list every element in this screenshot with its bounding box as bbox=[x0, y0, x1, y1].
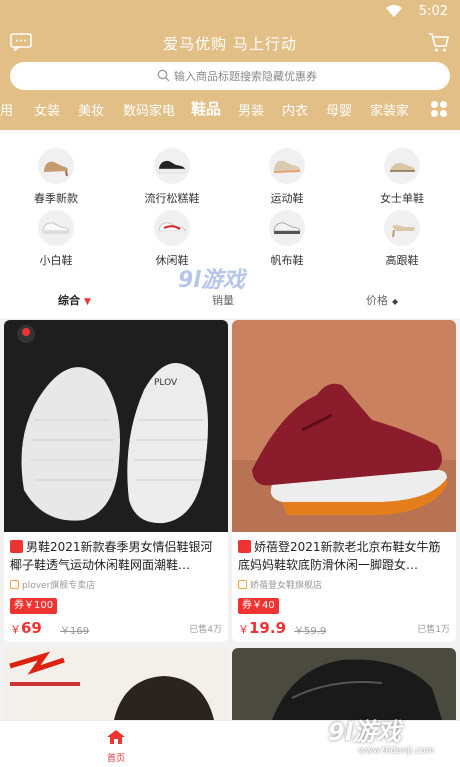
tab-category-shoes[interactable]: 鞋品 bbox=[191, 98, 221, 119]
status-bar: 5:02 bbox=[0, 0, 460, 24]
subcategory-item[interactable]: 春季新款 bbox=[6, 148, 106, 206]
shoe-thumbnail bbox=[384, 148, 420, 184]
product-image bbox=[4, 648, 228, 720]
tab-home[interactable]: 首页 bbox=[104, 729, 128, 764]
product-card[interactable] bbox=[232, 648, 456, 720]
product-image bbox=[232, 648, 456, 720]
product-price: ￥19.9 bbox=[238, 619, 287, 637]
sort-price-button[interactable]: 价格 ◆ bbox=[366, 292, 398, 308]
product-title: 娇蓓登2021新款老北京布鞋女牛筋底妈妈鞋软底防滑休闲一脚蹬女… bbox=[238, 540, 441, 572]
shoe-thumbnail bbox=[38, 148, 74, 184]
subcategory-item[interactable]: 流行松糕鞋 bbox=[122, 148, 222, 206]
product-image: PLOV bbox=[4, 320, 228, 532]
cart-icon[interactable] bbox=[428, 31, 450, 53]
watermark-logo: 9l游戏 bbox=[178, 268, 245, 293]
coupon-badge: 券￥40 bbox=[238, 598, 279, 614]
subcategory-item[interactable]: 高跟鞋 bbox=[352, 210, 452, 268]
search-icon bbox=[157, 69, 170, 82]
product-card[interactable]: PLOV 男鞋2021新款春季男女情侣鞋银河椰子鞋透气运动休闲鞋网面潮鞋… pl… bbox=[4, 320, 228, 642]
shoe-thumbnail bbox=[384, 210, 420, 246]
sort-updown-icon: ◆ bbox=[392, 297, 399, 306]
shoe-thumbnail bbox=[269, 210, 305, 246]
sold-count: 已售1万 bbox=[417, 625, 450, 635]
status-time: 5:02 bbox=[418, 4, 448, 19]
wifi-icon bbox=[386, 5, 402, 17]
product-card[interactable] bbox=[4, 648, 228, 720]
tab-category-women[interactable]: 女装 bbox=[34, 100, 60, 119]
shoe-thumbnail bbox=[269, 148, 305, 184]
shop-name: plover旗舰专卖店 bbox=[10, 578, 95, 591]
sort-sales-button[interactable]: 销量 bbox=[212, 292, 234, 308]
shop-name: 娇蓓登女鞋旗舰店 bbox=[238, 578, 322, 591]
product-price: ￥69 bbox=[10, 619, 42, 637]
tab-category-home[interactable]: 家装家 bbox=[370, 100, 409, 119]
product-title: 男鞋2021新款春季男女情侣鞋银河椰子鞋透气运动休闲鞋网面潮鞋… bbox=[10, 540, 213, 572]
search-input[interactable]: 输入商品标题搜索隐藏优惠券 bbox=[10, 62, 450, 90]
category-tabs: 用 女装 美妆 数码家电 鞋品 男装 内衣 母婴 家装家 bbox=[0, 96, 420, 122]
search-placeholder: 输入商品标题搜索隐藏优惠券 bbox=[174, 70, 317, 83]
tab-category-underwear[interactable]: 内衣 bbox=[282, 100, 308, 119]
svg-text:PLOV: PLOV bbox=[154, 378, 178, 388]
tab-category-baby[interactable]: 母婴 bbox=[326, 100, 352, 119]
product-card[interactable]: 娇蓓登2021新款老北京布鞋女牛筋底妈妈鞋软底防滑休闲一脚蹬女… 娇蓓登女鞋旗舰… bbox=[232, 320, 456, 642]
store-badge-icon bbox=[238, 540, 251, 553]
tab-category-beauty[interactable]: 美妆 bbox=[78, 100, 104, 119]
sort-general-button[interactable]: 综合 ▼ bbox=[58, 292, 91, 308]
app-title: 爱马优购 马上行动 bbox=[163, 35, 297, 53]
shoe-thumbnail bbox=[38, 210, 74, 246]
subcategory-item[interactable]: 小白鞋 bbox=[6, 210, 106, 268]
sold-count: 已售4万 bbox=[189, 625, 222, 635]
subcategory-item[interactable]: 休闲鞋 bbox=[122, 210, 222, 268]
original-price: ￥169 bbox=[60, 626, 90, 637]
shoe-thumbnail bbox=[154, 148, 190, 184]
subcategory-item[interactable]: 运动鞋 bbox=[237, 148, 337, 206]
subcategory-grid: 春季新款 流行松糕鞋 运动鞋 女士单鞋 小白鞋 休闲鞋 帆布鞋 高跟鞋 bbox=[0, 130, 460, 280]
product-image bbox=[232, 320, 456, 532]
tab-category-digital[interactable]: 数码家电 bbox=[123, 100, 175, 119]
shop-icon bbox=[10, 580, 19, 589]
home-icon bbox=[107, 730, 125, 744]
shoe-thumbnail bbox=[154, 210, 190, 246]
store-badge-icon bbox=[10, 540, 23, 553]
watermark-logo: 9l游戏 www.9ldanji.com bbox=[328, 718, 435, 756]
category-grid-icon[interactable] bbox=[430, 100, 448, 118]
subcategory-item[interactable]: 帆布鞋 bbox=[237, 210, 337, 268]
shop-icon bbox=[238, 580, 247, 589]
tab-category-men[interactable]: 男装 bbox=[238, 100, 264, 119]
original-price: ￥59.9 bbox=[294, 626, 327, 637]
subcategory-item[interactable]: 女士单鞋 bbox=[352, 148, 452, 206]
chevron-down-icon: ▼ bbox=[84, 297, 91, 307]
coupon-badge: 券￥100 bbox=[10, 598, 58, 614]
tab-category-0[interactable]: 用 bbox=[0, 100, 13, 119]
